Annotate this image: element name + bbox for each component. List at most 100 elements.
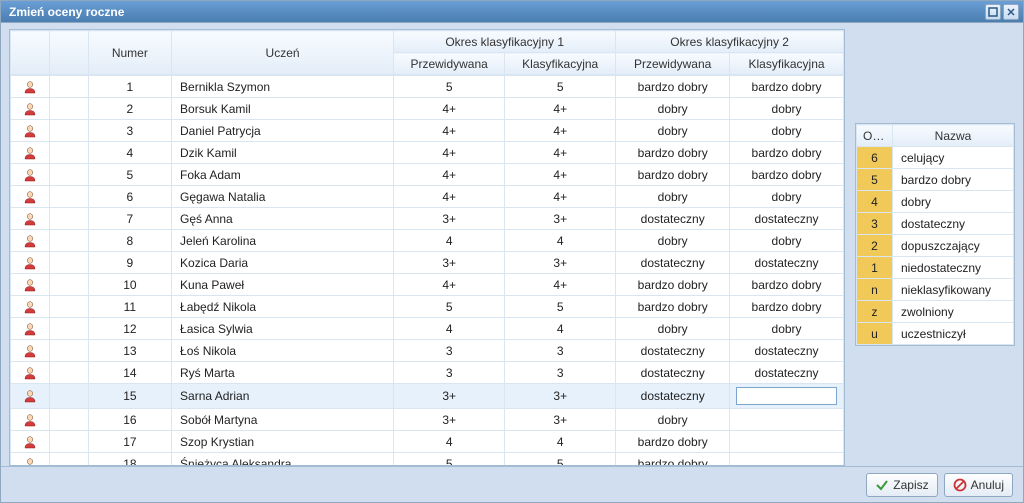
table-row[interactable]: 11Łabędź Nikola55bardzo dobrybardzo dobr… [11, 296, 844, 318]
table-row[interactable]: 8Jeleń Karolina44dobrydobry [11, 230, 844, 252]
p2-classification[interactable] [730, 384, 844, 409]
p2-predicted[interactable]: dostateczny [616, 340, 730, 362]
p2-classification[interactable]: dobry [730, 230, 844, 252]
p2-classification[interactable]: dobry [730, 98, 844, 120]
table-row[interactable]: 10Kuna Paweł4+4+bardzo dobrybardzo dobry [11, 274, 844, 296]
p2-predicted[interactable]: bardzo dobry [616, 164, 730, 186]
maximize-button[interactable] [985, 4, 1001, 20]
col-p1-classification[interactable]: Klasyfikacyjna [505, 53, 616, 75]
close-button[interactable] [1003, 4, 1019, 20]
col-p2-classification[interactable]: Klasyfikacyjna [730, 53, 844, 75]
p2-predicted[interactable]: bardzo dobry [616, 274, 730, 296]
p1-predicted[interactable]: 3+ [394, 409, 505, 431]
p1-predicted[interactable]: 4+ [394, 274, 505, 296]
p2-predicted[interactable]: dostateczny [616, 252, 730, 274]
table-row[interactable]: 9Kozica Daria3+3+dostatecznydostateczny [11, 252, 844, 274]
p1-classification[interactable]: 4+ [505, 98, 616, 120]
table-row[interactable]: 6Gęgawa Natalia4+4+dobrydobry [11, 186, 844, 208]
table-row[interactable]: 3Daniel Patrycja4+4+dobrydobry [11, 120, 844, 142]
p1-classification[interactable]: 3 [505, 362, 616, 384]
p1-classification[interactable]: 3+ [505, 384, 616, 409]
p2-predicted[interactable]: dobry [616, 409, 730, 431]
p2-predicted[interactable]: dobry [616, 318, 730, 340]
p2-predicted[interactable]: dobry [616, 230, 730, 252]
p1-predicted[interactable]: 4 [394, 431, 505, 453]
p2-predicted[interactable]: dostateczny [616, 208, 730, 230]
p2-predicted[interactable]: bardzo dobry [616, 431, 730, 453]
p2-classification[interactable]: bardzo dobry [730, 296, 844, 318]
p1-predicted[interactable]: 3+ [394, 252, 505, 274]
table-row[interactable]: 18Śnieżyca Aleksandra55bardzo dobry [11, 453, 844, 466]
p2-predicted[interactable]: dostateczny [616, 384, 730, 409]
table-row[interactable]: 5Foka Adam4+4+bardzo dobrybardzo dobry [11, 164, 844, 186]
p1-predicted[interactable]: 4 [394, 230, 505, 252]
p2-classification[interactable] [730, 453, 844, 466]
table-row[interactable]: 13Łoś Nikola33dostatecznydostateczny [11, 340, 844, 362]
p2-predicted[interactable]: dobry [616, 98, 730, 120]
p1-predicted[interactable]: 5 [394, 76, 505, 98]
save-button[interactable]: Zapisz [866, 473, 937, 497]
p1-classification[interactable]: 5 [505, 453, 616, 466]
table-row[interactable]: 16Sobół Martyna3+3+dobry [11, 409, 844, 431]
p1-classification[interactable]: 4+ [505, 164, 616, 186]
p1-classification[interactable]: 5 [505, 76, 616, 98]
p2-classification[interactable]: bardzo dobry [730, 142, 844, 164]
p2-classification[interactable]: dobry [730, 318, 844, 340]
p2-predicted[interactable]: bardzo dobry [616, 453, 730, 466]
p2-predicted[interactable]: bardzo dobry [616, 142, 730, 164]
table-row[interactable]: 15Sarna Adrian3+3+dostateczny [11, 384, 844, 409]
p2-classification[interactable]: dostateczny [730, 252, 844, 274]
table-row[interactable]: 7Gęś Anna3+3+dostatecznydostateczny [11, 208, 844, 230]
p1-predicted[interactable]: 4+ [394, 142, 505, 164]
p1-predicted[interactable]: 3 [394, 340, 505, 362]
p2-predicted[interactable]: dobry [616, 186, 730, 208]
cancel-button[interactable]: Anuluj [944, 473, 1013, 497]
table-row[interactable]: 1Bernikla Szymon55bardzo dobrybardzo dob… [11, 76, 844, 98]
p1-classification[interactable]: 3+ [505, 252, 616, 274]
p1-classification[interactable]: 4 [505, 318, 616, 340]
p2-classification[interactable]: dostateczny [730, 340, 844, 362]
p1-classification[interactable]: 3+ [505, 208, 616, 230]
p2-classification[interactable]: bardzo dobry [730, 274, 844, 296]
p2-classification[interactable] [730, 409, 844, 431]
p1-classification[interactable]: 4+ [505, 120, 616, 142]
p2-classification[interactable]: bardzo dobry [730, 164, 844, 186]
p1-predicted[interactable]: 4 [394, 318, 505, 340]
p2-classification[interactable]: dostateczny [730, 362, 844, 384]
p1-predicted[interactable]: 4+ [394, 186, 505, 208]
p1-classification[interactable]: 5 [505, 296, 616, 318]
p2-classification[interactable]: dobry [730, 120, 844, 142]
p1-predicted[interactable]: 4+ [394, 164, 505, 186]
table-row[interactable]: 14Ryś Marta33dostatecznydostateczny [11, 362, 844, 384]
grid-scroll-area[interactable]: 1Bernikla Szymon55bardzo dobrybardzo dob… [10, 75, 844, 465]
col-p2-predicted[interactable]: Przewidywana [616, 53, 730, 75]
p2-classification[interactable] [730, 431, 844, 453]
p1-predicted[interactable]: 3+ [394, 384, 505, 409]
p1-classification[interactable]: 4+ [505, 186, 616, 208]
p2-predicted[interactable]: dobry [616, 120, 730, 142]
col-p1-predicted[interactable]: Przewidywana [394, 53, 505, 75]
p2-classification[interactable]: dobry [730, 186, 844, 208]
p1-classification[interactable]: 4+ [505, 142, 616, 164]
col-number[interactable]: Numer [88, 31, 171, 75]
p1-predicted[interactable]: 4+ [394, 98, 505, 120]
table-row[interactable]: 12Łasica Sylwia44dobrydobry [11, 318, 844, 340]
p1-predicted[interactable]: 4+ [394, 120, 505, 142]
table-row[interactable]: 17Szop Krystian44bardzo dobry [11, 431, 844, 453]
p1-classification[interactable]: 4 [505, 431, 616, 453]
p2-classification[interactable]: bardzo dobry [730, 76, 844, 98]
p2-predicted[interactable]: bardzo dobry [616, 76, 730, 98]
p2-predicted[interactable]: dostateczny [616, 362, 730, 384]
p1-classification[interactable]: 4 [505, 230, 616, 252]
p1-predicted[interactable]: 3+ [394, 208, 505, 230]
p2-classification[interactable]: dostateczny [730, 208, 844, 230]
grade-edit-cell[interactable] [736, 387, 837, 405]
p1-predicted[interactable]: 5 [394, 296, 505, 318]
p1-classification[interactable]: 3+ [505, 409, 616, 431]
p2-predicted[interactable]: bardzo dobry [616, 296, 730, 318]
p1-classification[interactable]: 4+ [505, 274, 616, 296]
table-row[interactable]: 2Borsuk Kamil4+4+dobrydobry [11, 98, 844, 120]
p1-predicted[interactable]: 5 [394, 453, 505, 466]
p1-predicted[interactable]: 3 [394, 362, 505, 384]
col-student[interactable]: Uczeń [172, 31, 394, 75]
